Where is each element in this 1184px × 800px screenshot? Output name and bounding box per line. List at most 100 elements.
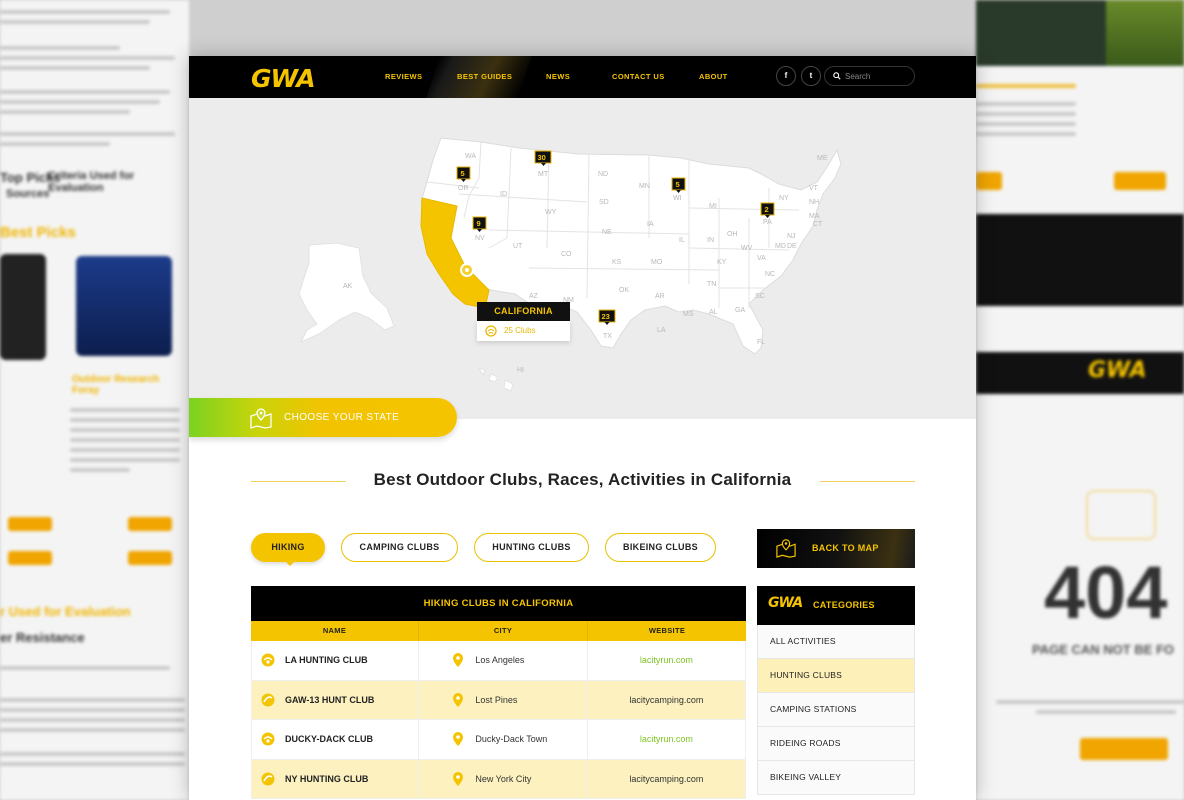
club-city: Ducky-Dack Town: [475, 734, 548, 744]
club-city-cell: New York City: [419, 759, 588, 798]
twitter-icon[interactable]: t: [801, 66, 821, 86]
search-icon[interactable]: [833, 72, 841, 80]
svg-text:SD: SD: [599, 199, 609, 206]
club-name: GAW-13 HUNT CLUB: [285, 694, 375, 705]
logo[interactable]: GWA: [251, 64, 316, 93]
svg-text:2: 2: [765, 205, 769, 214]
nav-contact-us[interactable]: CONTACT US: [612, 56, 665, 98]
us-map[interactable]: WAORIDMT NDSDWYNE NVUTCOKS OKTXAZNM MNIA…: [189, 98, 976, 419]
nav-reviews[interactable]: REVIEWS: [385, 56, 422, 98]
club-icon: [261, 732, 275, 746]
svg-text:KY: KY: [717, 259, 727, 266]
map-area: WA OR ID MT ND SD WY NE NV UT CO KS OK TX AZ NM MN IA…: [189, 98, 976, 419]
club-name: NY HUNTING CLUB: [285, 773, 369, 784]
tab-bikeing-clubs[interactable]: BIKEING CLUBS: [605, 533, 716, 562]
bg-heading: Sources: [6, 188, 50, 200]
location-pin-icon: [453, 653, 464, 667]
svg-text:IL: IL: [679, 237, 685, 244]
svg-text:NC: NC: [765, 271, 775, 278]
tab-label: BIKEING CLUBS: [623, 542, 698, 552]
tab-hunting-clubs[interactable]: HUNTING CLUBS: [474, 533, 589, 562]
svg-text:NV: NV: [475, 235, 485, 242]
tab-camping-clubs[interactable]: CAMPING CLUBS: [341, 533, 458, 562]
svg-text:DE: DE: [787, 243, 797, 250]
tab-active-arrow: [285, 561, 295, 566]
svg-text:5: 5: [461, 169, 465, 178]
svg-text:SC: SC: [755, 293, 765, 300]
club-name-cell: LA HUNTING CLUB: [252, 641, 420, 680]
svg-text:WY: WY: [545, 209, 557, 216]
club-city-cell: Los Angeles: [419, 641, 588, 680]
main-page: GWA REVIEWS BEST GUIDES NEWS CONTACT US …: [189, 56, 976, 800]
club-icon: [261, 653, 275, 667]
popup-state-name: CALIFORNIA: [477, 302, 570, 321]
category-rideing-roads[interactable]: RIDEING ROADS: [757, 727, 915, 761]
club-city: New York City: [475, 773, 532, 784]
table-row[interactable]: NY HUNTING CLUB New York City lacitycamp…: [251, 759, 746, 799]
svg-text:FL: FL: [757, 339, 765, 346]
svg-text:WA: WA: [465, 153, 476, 160]
popup-club-count-label: 25 Clubs: [504, 326, 536, 335]
location-pin-icon: [453, 692, 464, 707]
club-website-link[interactable]: lacityrun.com: [588, 720, 745, 759]
table-row[interactable]: GAW-13 HUNT CLUB Lost Pines lacitycampin…: [251, 680, 746, 720]
svg-text:MN: MN: [639, 183, 650, 190]
svg-text:HI: HI: [517, 367, 524, 374]
svg-text:VT: VT: [809, 185, 819, 192]
club-city-cell: Lost Pines: [419, 680, 588, 719]
svg-text:IN: IN: [707, 237, 714, 244]
category-all-activities[interactable]: ALL ACTIVITIES: [757, 625, 915, 659]
svg-text:TN: TN: [707, 281, 716, 288]
club-name-cell: DUCKY-DACK CLUB: [252, 720, 420, 759]
club-name-cell: NY HUNTING CLUB: [252, 759, 420, 798]
table-title: HIKING CLUBS IN CALIFORNIA: [251, 586, 746, 621]
search-box: [824, 66, 915, 86]
clubs-icon: [485, 325, 497, 337]
table-header: NAME CITY WEBSITE: [251, 621, 746, 641]
choose-state-label: CHOOSE YOUR STATE: [284, 412, 400, 423]
svg-text:AK: AK: [343, 283, 353, 290]
tab-hiking[interactable]: HIKING: [251, 533, 325, 566]
tab-label: HUNTING CLUBS: [492, 542, 571, 552]
map-location-icon: [250, 408, 272, 429]
club-website-link[interactable]: lacitycamping.com: [588, 760, 745, 799]
choose-state-button[interactable]: CHOOSE YOUR STATE: [189, 398, 457, 437]
club-icon: [261, 772, 275, 785]
category-hunting-clubs[interactable]: HUNTING CLUBS: [757, 659, 915, 693]
nav-best-guides[interactable]: BEST GUIDES: [457, 56, 512, 98]
svg-text:ME: ME: [817, 155, 828, 162]
table-row[interactable]: DUCKY-DACK CLUB Ducky-Dack Town lacityru…: [251, 720, 746, 760]
bg-heading: er Resistance: [0, 630, 85, 645]
club-website-link[interactable]: lacityrun.com: [588, 641, 745, 680]
category-bikeing-valley[interactable]: BIKEING VALLEY: [757, 761, 915, 795]
bg-404: 404: [1044, 551, 1168, 634]
bg-404-msg: PAGE CAN NOT BE FO: [1032, 642, 1175, 657]
club-website-link[interactable]: lacitycamping.com: [588, 681, 745, 720]
search-input[interactable]: [845, 70, 911, 83]
nav-news[interactable]: NEWS: [546, 56, 570, 98]
clubs-table: HIKING CLUBS IN CALIFORNIA NAME CITY WEB…: [251, 586, 746, 799]
svg-text:NE: NE: [602, 229, 612, 236]
svg-text:VA: VA: [757, 255, 766, 262]
svg-text:OH: OH: [727, 231, 738, 238]
nav-about[interactable]: ABOUT: [699, 56, 728, 98]
svg-text:ND: ND: [598, 171, 608, 178]
facebook-icon[interactable]: f: [776, 66, 796, 86]
categories-panel: GWA CATEGORIES ALL ACTIVITIES HUNTING CL…: [757, 586, 915, 795]
location-pin-icon: [453, 771, 464, 786]
categories-logo: GWA: [768, 595, 803, 611]
svg-text:NH: NH: [809, 199, 819, 206]
category-camping-stations[interactable]: CAMPING STATIONS: [757, 693, 915, 727]
svg-text:AL: AL: [709, 309, 718, 316]
table-row[interactable]: LA HUNTING CLUB Los Angeles lacityrun.co…: [251, 641, 746, 681]
svg-text:NY: NY: [779, 195, 789, 202]
svg-text:LA: LA: [657, 327, 666, 334]
state-popup[interactable]: CALIFORNIA 25 Clubs: [477, 302, 570, 341]
svg-text:OR: OR: [458, 185, 469, 192]
svg-text:MT: MT: [538, 171, 549, 178]
section-title: Best Outdoor Clubs, Races, Activities in…: [373, 470, 792, 489]
svg-text:CT: CT: [813, 221, 823, 228]
svg-text:30: 30: [538, 153, 546, 162]
svg-text:MI: MI: [709, 203, 717, 210]
back-to-map-button[interactable]: BACK TO MAP: [757, 529, 915, 568]
